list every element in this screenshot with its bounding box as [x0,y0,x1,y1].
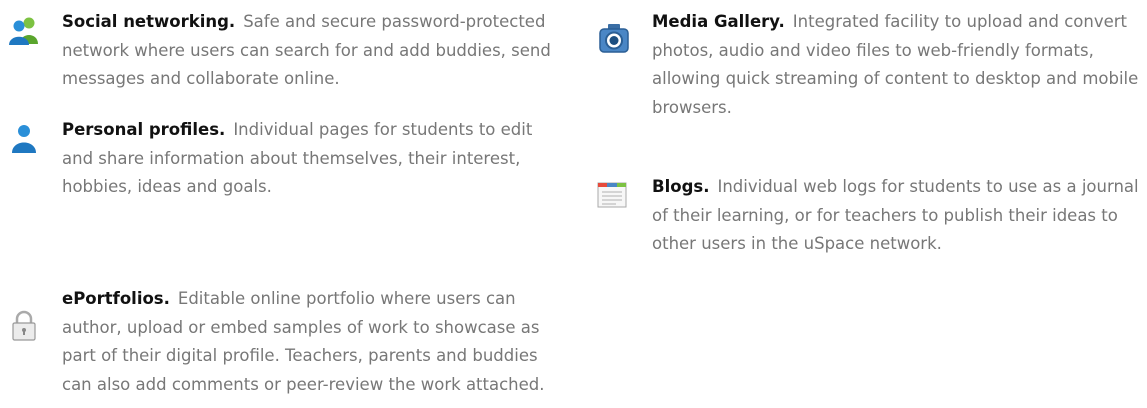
feature-description: Individual web logs for students to use … [652,177,1139,253]
feature-text: Social networking. Safe and secure passwo… [62,8,560,94]
feature-title: ePortfolios. [62,289,170,308]
feature-text: Blogs. Individual web logs for students t… [652,173,1147,259]
user-icon [8,122,40,154]
blog-icon [596,179,628,211]
feature-title: Blogs. [652,177,710,196]
feature-title: Social networking. [62,12,236,31]
feature-text: Media Gallery. Integrated facility to upl… [652,8,1147,122]
camera-icon [598,22,630,54]
feature-text: Personal profiles. Individual pages for s… [62,116,560,202]
feature-text: ePortfolios. Editable online portfolio wh… [62,285,560,399]
feature-title: Personal profiles. [62,120,226,139]
users-icon [8,14,40,46]
feature-title: Media Gallery. [652,12,785,31]
lock-icon [8,309,40,341]
